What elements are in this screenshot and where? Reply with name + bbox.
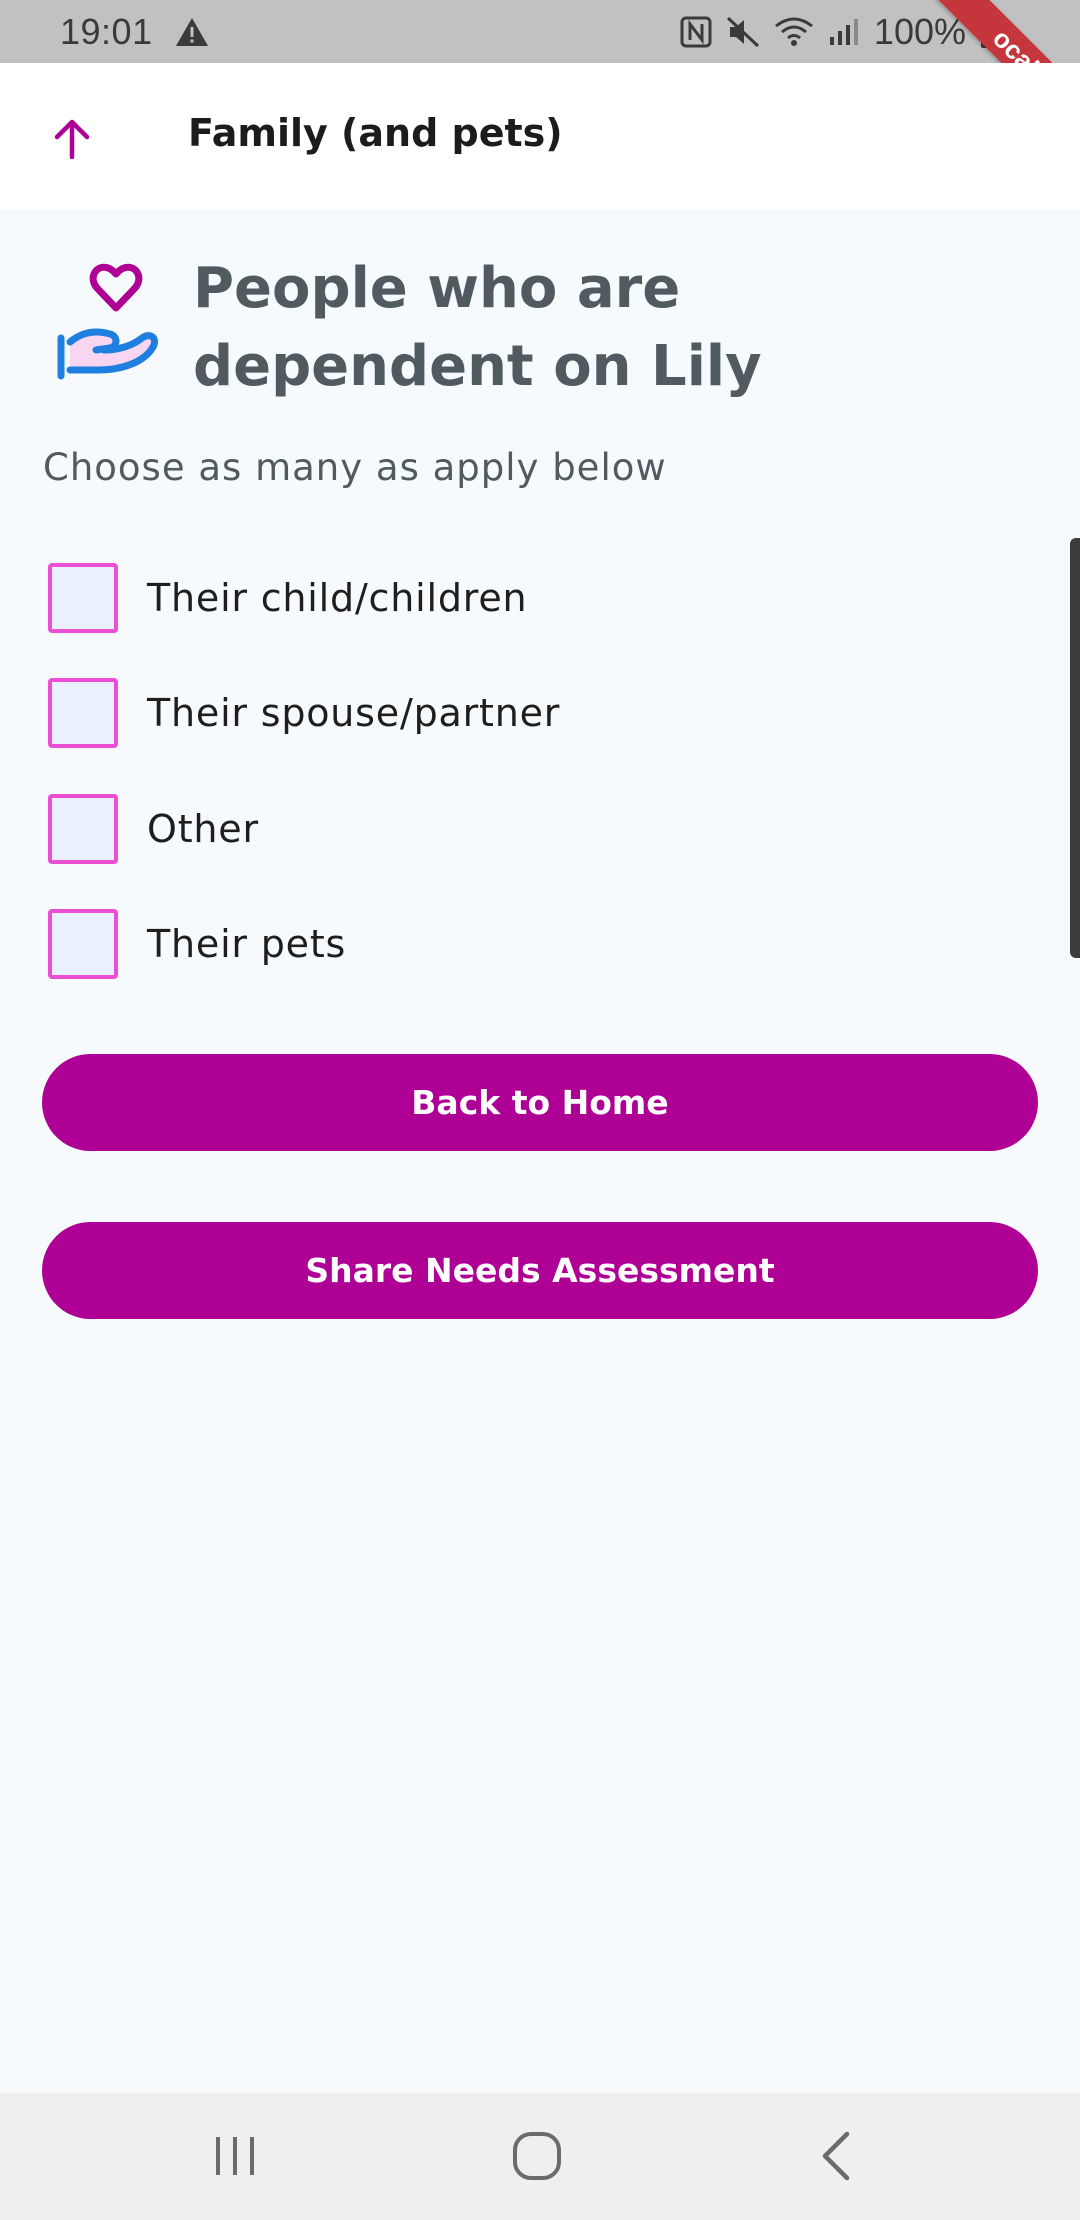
option-label: Their pets: [147, 922, 347, 967]
warning-icon: [175, 17, 209, 47]
scrollbar[interactable]: [1070, 538, 1080, 958]
option-other[interactable]: Other: [48, 771, 1028, 887]
options-list: Their child/children Their spouse/partne…: [48, 540, 1028, 1002]
back-to-home-button[interactable]: Back to Home: [42, 1054, 1038, 1151]
option-label: Their child/children: [147, 575, 528, 620]
back-icon[interactable]: [797, 2123, 877, 2189]
share-needs-assessment-button[interactable]: Share Needs Assessment: [42, 1222, 1038, 1319]
app-bar: Family (and pets): [0, 63, 1080, 210]
recents-icon[interactable]: [195, 2123, 275, 2189]
option-label: Other: [147, 806, 259, 851]
home-icon[interactable]: [497, 2123, 577, 2189]
checkbox[interactable]: [48, 678, 118, 749]
page-title: People who are dependent on Lily: [193, 256, 762, 399]
status-icons: 100%: [680, 0, 1000, 63]
wifi-icon: [774, 16, 814, 48]
option-spouse[interactable]: Their spouse/partner: [48, 656, 1028, 772]
checkbox[interactable]: [48, 562, 118, 633]
nfc-icon: [680, 16, 712, 48]
system-nav-bar: [0, 2093, 1080, 2220]
battery-percent: 100%: [873, 10, 966, 52]
checkbox[interactable]: [48, 793, 118, 864]
subtitle: Choose as many as apply below: [43, 446, 667, 489]
option-label: Their spouse/partner: [147, 691, 561, 736]
option-pets[interactable]: Their pets: [48, 887, 1028, 1003]
option-children[interactable]: Their child/children: [48, 540, 1028, 656]
status-bar: 19:01 100%: [0, 0, 1080, 63]
status-time: 19:01: [60, 10, 153, 52]
arrow-up-icon[interactable]: [42, 109, 102, 169]
mute-icon: [726, 16, 760, 48]
signal-icon: [828, 17, 860, 47]
heart-in-hand-icon: [52, 258, 162, 384]
checkbox[interactable]: [48, 909, 118, 980]
app-bar-title: Family (and pets): [188, 111, 563, 155]
battery-icon: [980, 14, 1000, 49]
